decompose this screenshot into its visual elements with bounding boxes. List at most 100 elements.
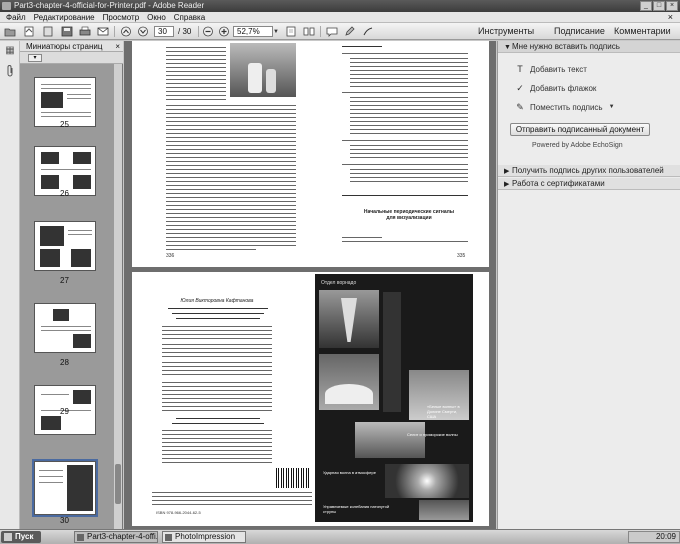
add-text-button[interactable]: T Добавить текст [514,64,587,75]
expand-triangle-icon: ▶ [504,181,510,188]
isbn-barcode [276,468,310,488]
powered-by-label: Powered by Adobe EchoSign [532,142,623,149]
system-tray: 20:09 [628,531,680,543]
thumbnail-page-number: 29 [60,407,69,416]
thumbnails-panel-header: Миниатюры страниц × [20,41,123,52]
print-icon[interactable] [78,25,92,38]
sign-pen-icon[interactable] [361,25,375,38]
navigation-pane-strip: ▦ [0,41,20,529]
cover-photo-tornado [319,290,379,348]
collapse-triangle-icon: ▼ [504,44,511,51]
cover-photo-jet [385,464,469,498]
close-panel-icon[interactable]: × [115,41,120,52]
folder-open-icon[interactable] [3,25,17,38]
isbn-label: ISBN 978-966-2044-62-5 [156,510,201,515]
toc-heading: Начальные периодические сигналы для визу… [354,209,464,221]
minimize-button[interactable]: _ [640,1,652,11]
taskbar-item-adobe-reader[interactable]: Part3-chapter-4-offi... [74,531,158,543]
highlight-pen-icon[interactable] [343,25,357,38]
two-page-view-icon[interactable] [302,25,316,38]
section-need-to-sign[interactable]: ▼Мне нужно вставить подпись [498,41,680,53]
maximize-button[interactable]: □ [653,1,665,11]
cover-photo-guitar [419,500,469,520]
scrollbar-thumb[interactable] [115,464,121,504]
app-icon [2,2,11,10]
comment-icon[interactable] [325,25,339,38]
thumbnail-page-selected[interactable] [32,459,98,517]
document-view[interactable]: 336 Начальные периодические сигналы для … [124,41,496,529]
document-page-cover: Юлия Викторовна Кафтанова ISBN 978-966-2… [132,272,489,526]
thumbnail-page[interactable] [34,303,96,353]
tools-tab[interactable]: Инструменты [478,26,534,37]
page-number-right: 335 [457,253,466,259]
cover-label-desert: «Белые волны» в Долине Смерти, США [427,404,460,419]
section-get-signatures[interactable]: ▶ Получить подпись других пользователей [498,165,680,177]
menu-window[interactable]: Окно [143,13,170,22]
fit-page-icon[interactable] [284,25,298,38]
cover-photo-wave [319,354,379,410]
send-signed-document-button[interactable]: Отправить подписанный документ [510,123,650,136]
toolbar-separator [198,26,199,37]
thumbnails-scrollbar[interactable] [114,64,122,529]
page-thumbnails-icon[interactable]: ▦ [4,45,16,57]
window-title: Part3-chapter-4-official-for-Printer.pdf… [14,1,205,10]
checkmark-icon: ✓ [516,83,524,93]
comments-tab[interactable]: Комментарии [614,26,671,37]
place-signature-button[interactable]: ✎ Поместить подпись ▼ [514,102,615,113]
document-close-button[interactable]: × [664,12,677,22]
sign-tab[interactable]: Подписание [554,26,605,37]
thumbnails-options-bar: ▾ [20,52,123,64]
add-checkmark-button[interactable]: ✓ Добавить флажок [514,83,596,94]
text-tool-icon: T [517,64,523,74]
cover-label-bottom: Управляемые колебания натянутой струны [323,504,390,514]
title-bar: Part3-chapter-4-official-for-Printer.pdf… [0,0,680,12]
menu-view[interactable]: Просмотр [99,13,144,22]
menu-bar: Файл Редактирование Просмотр Окно Справк… [0,12,680,23]
page-up-icon[interactable] [119,25,133,38]
toolbar-separator [320,26,321,37]
edit-document-icon[interactable] [41,25,55,38]
cover-label-top: Отдел ворнадо [321,280,357,286]
start-flag-icon [4,533,12,541]
document-page: 336 Начальные периодические сигналы для … [132,41,489,267]
cover-spine-title [383,292,401,412]
thumbnails-panel-title: Миниатюры страниц [26,42,103,51]
sign-tools-pane: ▼Мне нужно вставить подпись T Добавить те… [497,41,680,529]
adobe-reader-window: Part3-chapter-4-official-for-Printer.pdf… [0,0,680,544]
zoom-out-icon[interactable] [201,25,215,38]
page-number-left: 336 [166,253,175,259]
zoom-in-icon[interactable] [217,25,231,38]
photo-app-icon [165,534,172,541]
menu-edit[interactable]: Редактирование [30,13,99,22]
thumbnail-page-number: 27 [60,276,69,285]
menu-file[interactable]: Файл [2,13,30,22]
thumbnail-page[interactable] [34,221,96,271]
mail-icon[interactable] [96,25,110,38]
toc-heading-line2: для визуализации [386,215,432,221]
zoom-level-select[interactable]: 52,7% [233,26,273,37]
page-down-icon[interactable] [136,25,150,38]
cover-label-shore: Селит и приморские волны [407,432,458,437]
os-taskbar: Пуск Part3-chapter-4-offi... PhotoImpres… [0,529,680,544]
taskbar-item-photoimpression[interactable]: PhotoImpression [162,531,246,543]
save-icon[interactable] [60,25,74,38]
close-button[interactable]: × [666,1,678,11]
options-dropdown-icon[interactable]: ▾ [28,54,42,62]
thumbnail-page-number: 28 [60,358,69,367]
create-pdf-icon[interactable] [22,25,36,38]
pdf-file-icon [77,534,84,541]
attachments-icon[interactable] [4,65,16,77]
cover-label-shock: Ударная волна в атмосфере [323,470,376,475]
start-button[interactable]: Пуск [1,531,41,543]
zoom-dropdown-chevron-icon[interactable]: ▼ [272,25,280,38]
place-signature-chevron-icon[interactable]: ▼ [609,102,615,113]
total-pages-label: / 30 [178,27,192,36]
tray-clock[interactable]: 20:09 [656,532,676,541]
menu-help[interactable]: Справка [170,13,209,22]
thumbnail-page-number: 30 [60,516,69,525]
section-certificates[interactable]: ▶ Работа с сертификатами [498,178,680,190]
window-controls: _ □ × [640,1,678,11]
expand-triangle-icon: ▶ [504,168,510,175]
current-page-input[interactable]: 30 [154,26,174,37]
cover-author: Юлия Викторовна Кафтанова [180,298,254,304]
